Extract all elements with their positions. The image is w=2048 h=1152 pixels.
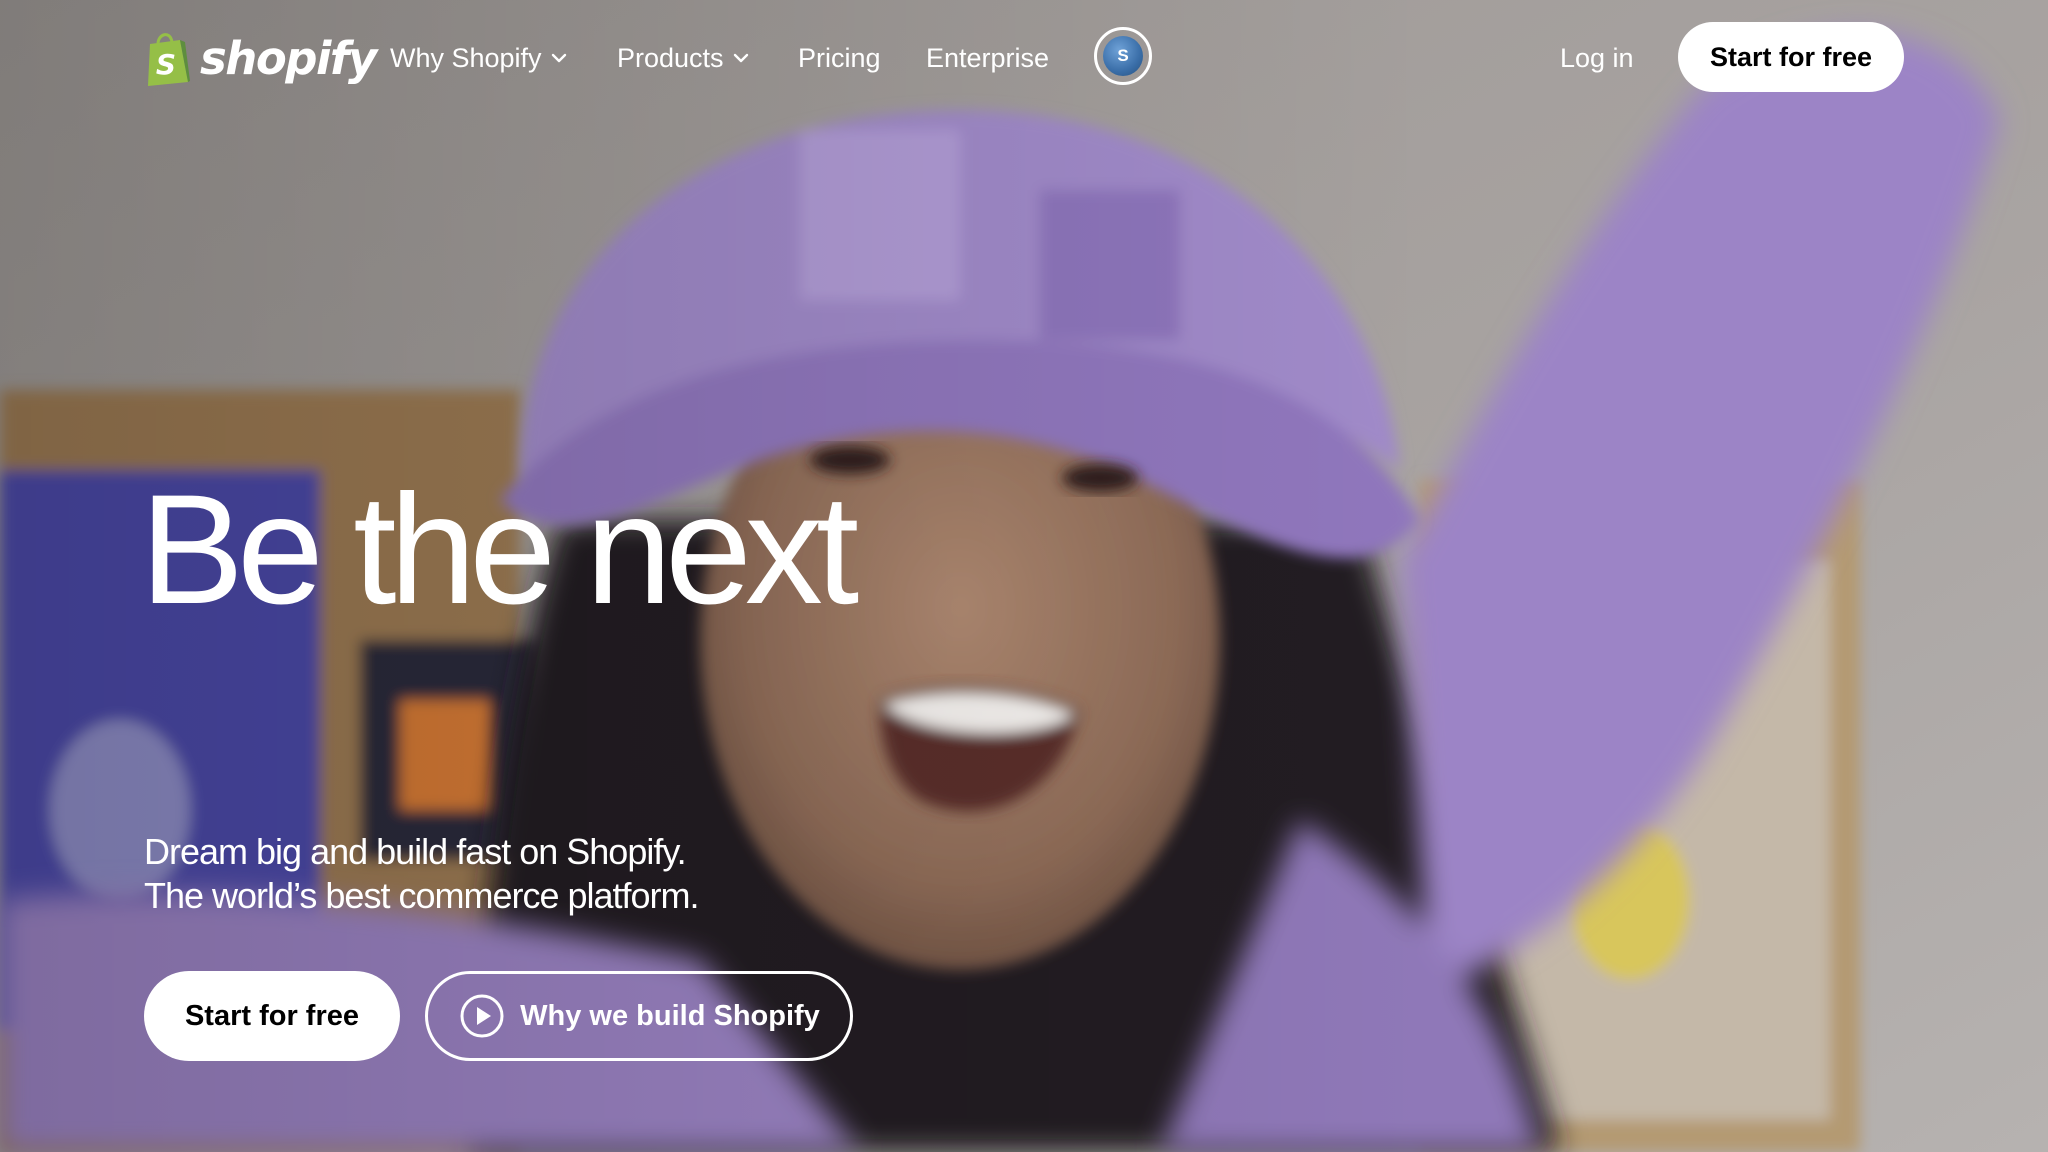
nav-products[interactable]: Products (617, 36, 750, 80)
hero-subline-2: The world’s best commerce platform. (144, 875, 700, 916)
nav-why-shopify-label: Why Shopify (390, 42, 542, 73)
play-circle-icon (460, 994, 504, 1038)
nav-pricing[interactable]: Pricing (798, 36, 881, 80)
shopping-bag-icon: S (148, 33, 190, 86)
logo-wordmark: shopify (200, 31, 377, 85)
nav-why-shopify[interactable]: Why Shopify (390, 36, 568, 80)
shop-app-glyph: S (1117, 46, 1129, 65)
shop-app-button[interactable]: S (1094, 27, 1152, 85)
hero-subline-1: Dream big and build fast on Shopify. (144, 831, 687, 872)
chevron-down-icon (733, 53, 748, 63)
hero-section: S shopify Why Shopify Products Pricing E… (0, 0, 2048, 1152)
nav-enterprise-label: Enterprise (926, 42, 1050, 73)
hero-start-free-button[interactable]: Start for free (144, 971, 400, 1061)
nav-start-free-button[interactable]: Start for free (1678, 22, 1904, 92)
nav-enterprise[interactable]: Enterprise (926, 36, 1049, 80)
logo-letter: S (156, 48, 176, 81)
why-we-build-label: Why we build Shopify (520, 999, 820, 1032)
login-link[interactable]: Log in (1560, 36, 1634, 80)
shop-app-icon: S (1103, 36, 1143, 76)
top-navigation: S shopify Why Shopify Products Pricing E… (0, 0, 2048, 116)
why-we-build-button[interactable]: Why we build Shopify (425, 971, 853, 1061)
chevron-down-icon (551, 53, 566, 63)
hero-headline: Be the next (140, 463, 859, 637)
nav-products-label: Products (617, 42, 724, 73)
nav-pricing-label: Pricing (798, 42, 881, 73)
shopify-logo[interactable]: S shopify (144, 28, 377, 88)
